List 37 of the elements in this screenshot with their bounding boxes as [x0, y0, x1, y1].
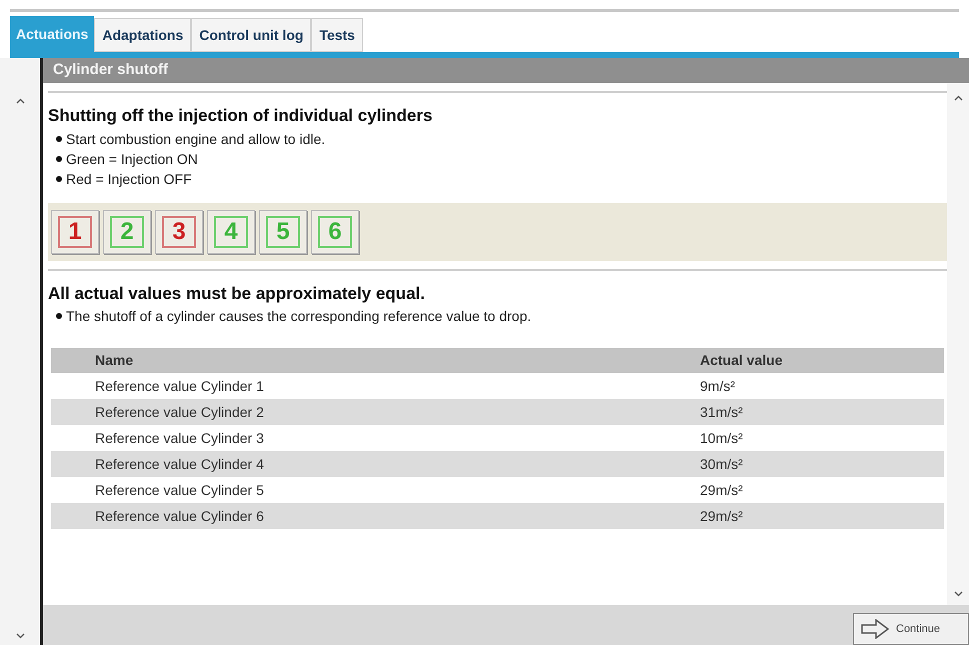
- instruction-text: Green = Injection ON: [66, 150, 198, 168]
- table-cell-text: Reference value Cylinder 1: [94, 376, 265, 396]
- table-cell-text: 29m/s²: [699, 506, 744, 526]
- table-cell-text: Reference value Cylinder 2: [94, 402, 265, 422]
- scroll-down-icon[interactable]: [954, 591, 962, 597]
- section-heading: Shutting off the injection of individual cylinders: [48, 105, 434, 127]
- continue-button[interactable]: Continue: [853, 613, 969, 645]
- table-cell-text: Reference value Cylinder 4: [94, 454, 265, 474]
- scroll-down-icon[interactable]: [16, 633, 24, 639]
- panel-header: Cylinder shutoff: [43, 58, 969, 83]
- tab[interactable]: Actuations: [10, 16, 94, 52]
- tab[interactable]: Control unit log: [191, 18, 312, 52]
- instruction-text: The shutoff of a cylinder causes the corresponding reference value to drop.: [66, 307, 532, 326]
- table-cell-text: 10m/s²: [699, 428, 744, 448]
- table-cell-text: 29m/s²: [699, 480, 744, 500]
- table-cell-text: Reference value Cylinder 5: [94, 480, 265, 500]
- column-header: Name: [94, 351, 134, 370]
- tab[interactable]: Adaptations: [94, 18, 192, 52]
- bullet-icon: [56, 313, 62, 319]
- table-cell-text: 9m/s²: [699, 376, 736, 396]
- cylinder-button[interactable]: 1: [51, 210, 99, 254]
- table-cell-text: Reference value Cylinder 6: [94, 506, 265, 526]
- cylinder-button[interactable]: 3: [155, 210, 203, 254]
- scroll-up-icon[interactable]: [16, 98, 24, 104]
- tab[interactable]: Tests: [311, 18, 363, 52]
- scroll-up-icon[interactable]: [954, 95, 962, 101]
- table-cell-text: 30m/s²: [699, 454, 744, 474]
- table-cell-text: Reference value Cylinder 3: [94, 428, 265, 448]
- table-cell-text: 31m/s²: [699, 402, 744, 422]
- instruction-text: Red = Injection OFF: [66, 170, 192, 188]
- section-heading: All actual values must be approximately equal.: [48, 282, 426, 304]
- bullet-icon: [56, 156, 62, 162]
- column-header: Actual value: [699, 351, 784, 370]
- arrow-right-icon: [860, 619, 890, 639]
- bullet-icon: [56, 176, 62, 182]
- instruction-text: Start combustion engine and allow to idle.: [66, 130, 326, 148]
- bullet-icon: [56, 136, 62, 142]
